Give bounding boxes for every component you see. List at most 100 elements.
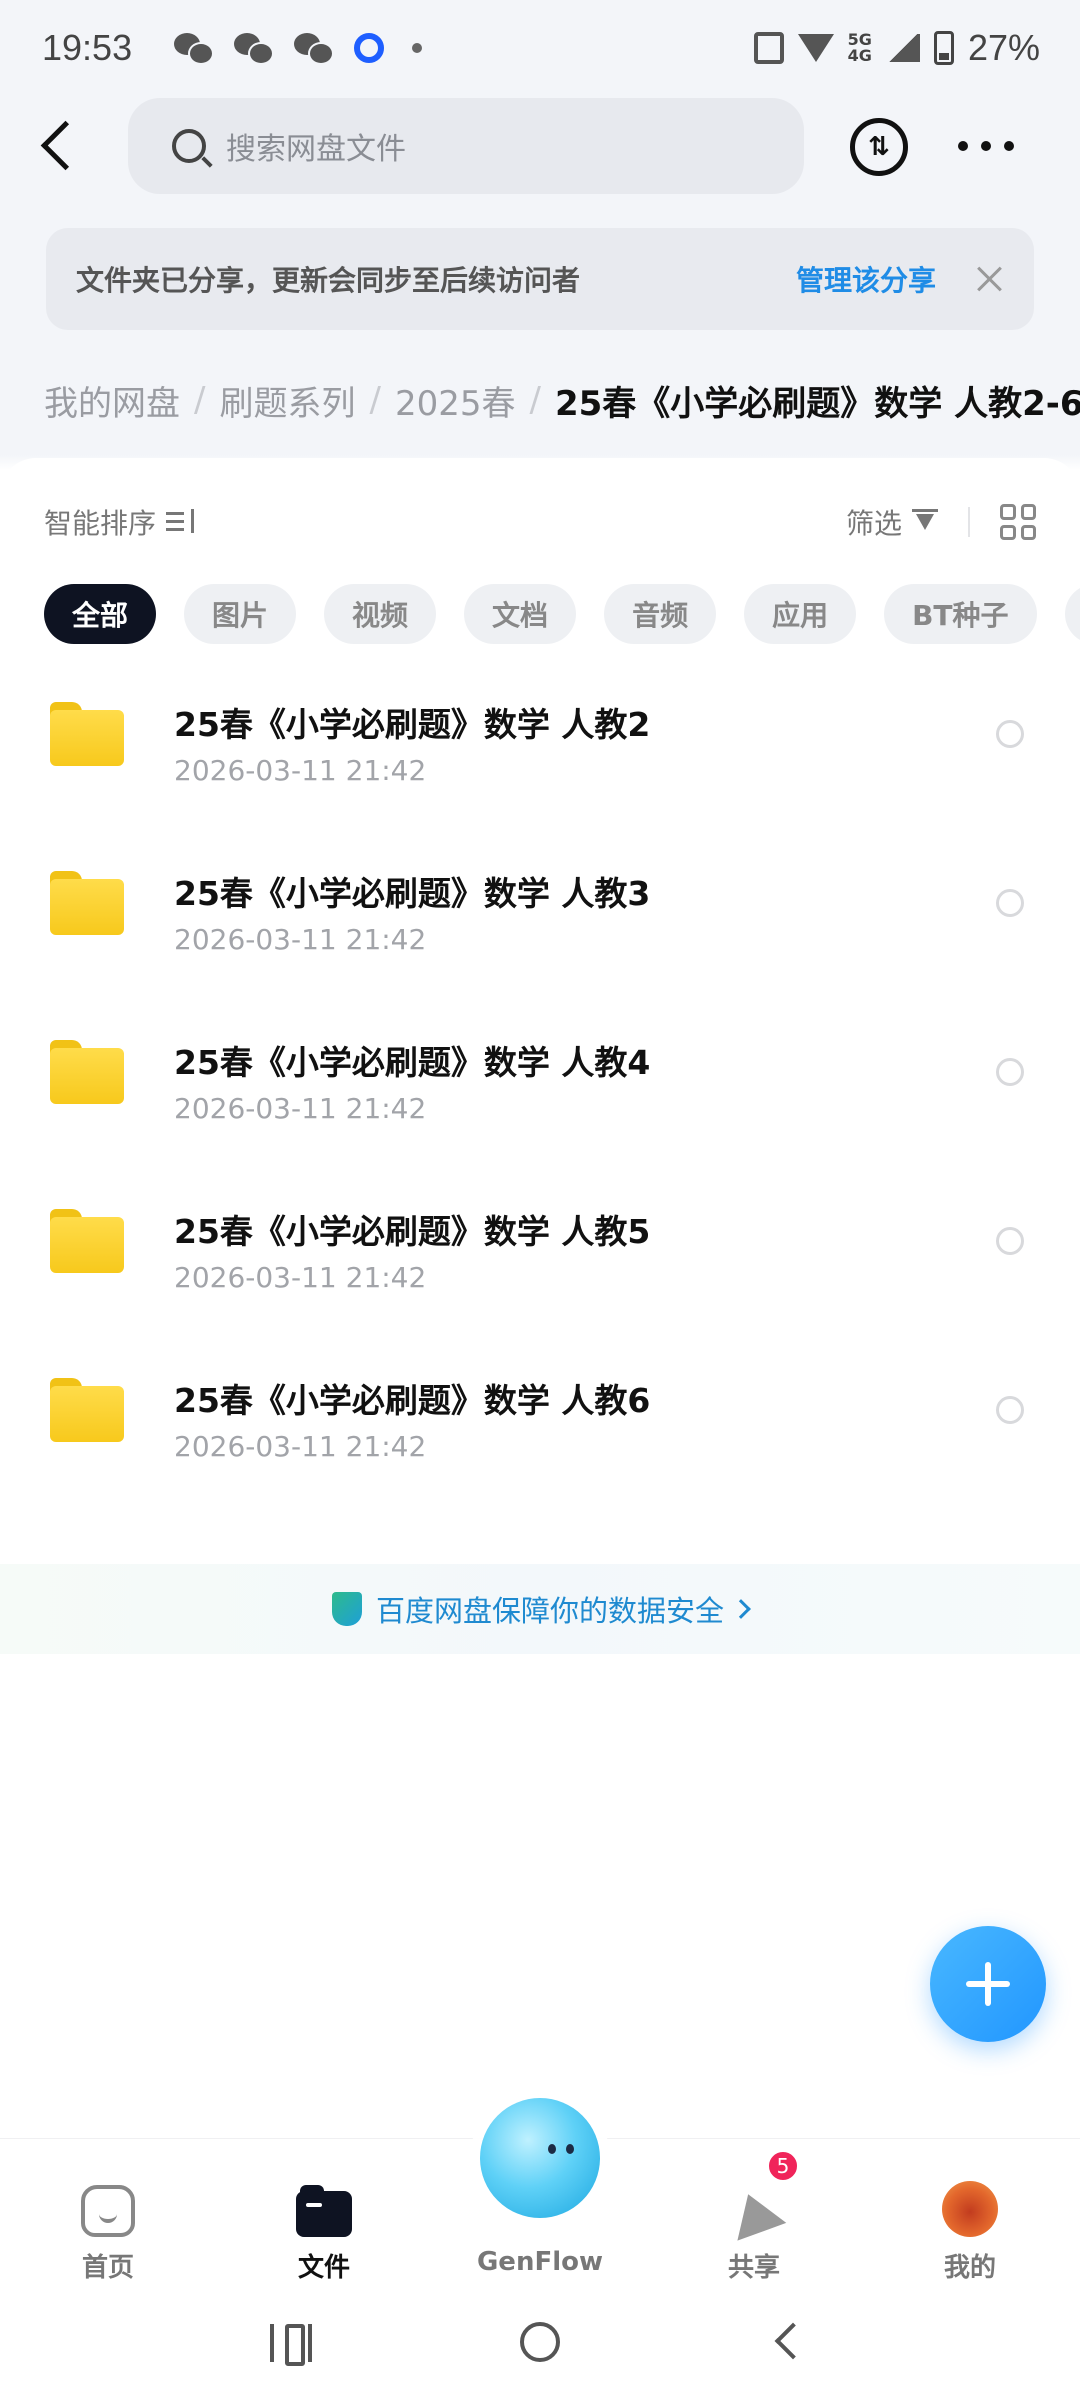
signal-label-bottom: 4G bbox=[847, 46, 872, 65]
wechat-icon bbox=[174, 31, 215, 65]
eye bbox=[566, 2144, 574, 2154]
header: 搜索网盘文件 ⇅ bbox=[0, 98, 1080, 194]
nav-profile[interactable]: 我的 bbox=[880, 2139, 1060, 2289]
nav-icon-wrap bbox=[296, 2159, 352, 2237]
security-notice[interactable]: 百度网盘保障你的数据安全 bbox=[0, 1564, 1080, 1654]
file-date: 2026-03-11 21:42 bbox=[174, 754, 427, 787]
file-name: 25春《小学必刷题》数学 人教2 bbox=[174, 705, 651, 744]
nav-label: GenFlow bbox=[476, 2247, 604, 2277]
close-icon[interactable] bbox=[976, 265, 1004, 293]
chip-all[interactable]: 全部 bbox=[44, 584, 157, 644]
back-button[interactable] bbox=[30, 118, 86, 174]
chip-videos[interactable]: 视频 bbox=[324, 584, 437, 644]
grid-cell bbox=[1000, 504, 1016, 520]
folder-icon bbox=[50, 702, 124, 766]
nav-home[interactable]: 首页 bbox=[18, 2139, 198, 2289]
filter-chips: 全部 图片 视频 文档 音频 应用 BT种子 其 bbox=[44, 584, 1080, 644]
avatar bbox=[942, 2181, 998, 2237]
file-row[interactable]: 25春《小学必刷题》数学 人教4 2026-03-11 21:42 bbox=[0, 1006, 1080, 1175]
chip-images[interactable]: 图片 bbox=[184, 584, 297, 644]
genflow-avatar-icon[interactable] bbox=[480, 2098, 600, 2218]
breadcrumb-item[interactable]: 我的网盘 bbox=[44, 376, 180, 425]
breadcrumb-separator: / bbox=[194, 380, 206, 420]
nfc-icon bbox=[753, 32, 784, 64]
select-checkbox[interactable] bbox=[996, 1058, 1024, 1086]
chip-audio[interactable]: 音频 bbox=[604, 584, 717, 644]
chip-other[interactable]: 其 bbox=[1064, 584, 1080, 644]
battery-icon bbox=[933, 31, 954, 65]
search-input[interactable]: 搜索网盘文件 bbox=[128, 98, 804, 194]
recents-icon[interactable] bbox=[270, 2324, 312, 2366]
back-arrow-icon[interactable] bbox=[774, 2322, 812, 2360]
file-row[interactable]: 25春《小学必刷题》数学 人教2 2026-03-11 21:42 bbox=[0, 668, 1080, 837]
file-row[interactable]: 25春《小学必刷题》数学 人教5 2026-03-11 21:42 bbox=[0, 1175, 1080, 1344]
file-name: 25春《小学必刷题》数学 人教4 bbox=[174, 1043, 651, 1082]
nav-files[interactable]: 文件 bbox=[234, 2139, 414, 2289]
transfer-button[interactable]: ⇅ bbox=[850, 118, 908, 176]
system-nav bbox=[0, 2288, 1080, 2401]
file-list: 25春《小学必刷题》数学 人教2 2026-03-11 21:42 25春《小学… bbox=[0, 668, 1080, 1513]
transfer-icon: ⇅ bbox=[868, 132, 890, 162]
home-icon bbox=[81, 2185, 135, 2237]
status-right: 5G 4G 27% bbox=[753, 0, 1040, 96]
signal-icon bbox=[885, 34, 920, 62]
search-placeholder: 搜索网盘文件 bbox=[226, 132, 406, 167]
folder-icon bbox=[50, 871, 124, 935]
share-banner-text: 文件夹已分享，更新会同步至后续访问者 bbox=[76, 264, 581, 297]
wechat-icon bbox=[294, 31, 335, 65]
nav-label: 首页 bbox=[81, 2253, 134, 2283]
breadcrumb-separator: / bbox=[529, 380, 541, 420]
nav-icon-wrap bbox=[942, 2159, 998, 2237]
filter-button[interactable]: 筛选 bbox=[846, 502, 902, 542]
chevron-right-icon bbox=[731, 1599, 751, 1619]
sort-button[interactable]: 智能排序 bbox=[44, 502, 156, 542]
nav-icon-wrap bbox=[81, 2159, 135, 2237]
select-checkbox[interactable] bbox=[996, 1396, 1024, 1424]
network-type: 5G 4G bbox=[848, 32, 872, 64]
home-circle-icon[interactable] bbox=[520, 2322, 560, 2362]
nav-label: 共享 bbox=[727, 2253, 780, 2283]
file-panel: 智能排序 筛选 全部 图片 视频 文档 音频 应用 BT种子 其 25春《小学必… bbox=[0, 458, 1080, 2138]
breadcrumb-separator: / bbox=[369, 380, 381, 420]
status-time: 19:53 bbox=[42, 27, 133, 68]
grid-cell bbox=[1020, 524, 1036, 540]
more-dot bbox=[1004, 141, 1014, 151]
chip-documents[interactable]: 文档 bbox=[464, 584, 577, 644]
select-checkbox[interactable] bbox=[996, 1227, 1024, 1255]
page: 19:53 5G 4G 27% 搜索网盘文件 ⇅ 文件夹已分享，更新会同步至后续… bbox=[0, 0, 1080, 2401]
plus-icon bbox=[966, 1962, 1010, 2006]
file-date: 2026-03-11 21:42 bbox=[174, 923, 427, 956]
toolbar-divider bbox=[968, 507, 970, 537]
notification-icons bbox=[174, 31, 423, 65]
add-button[interactable] bbox=[930, 1926, 1046, 2042]
more-notifications-icon bbox=[412, 43, 423, 53]
nav-share[interactable]: 共享 5 bbox=[664, 2139, 844, 2289]
filter-icon[interactable] bbox=[912, 509, 938, 535]
status-bar: 19:53 5G 4G 27% bbox=[0, 0, 1080, 96]
file-row[interactable]: 25春《小学必刷题》数学 人教6 2026-03-11 21:42 bbox=[0, 1344, 1080, 1513]
grid-view-icon[interactable] bbox=[1000, 504, 1036, 540]
send-icon bbox=[727, 2187, 781, 2237]
file-name: 25春《小学必刷题》数学 人教6 bbox=[174, 1381, 651, 1420]
browser-icon bbox=[354, 33, 385, 63]
toolbar: 智能排序 筛选 bbox=[44, 494, 1036, 550]
wifi-icon bbox=[797, 34, 834, 62]
breadcrumb-item[interactable]: 刷题系列 bbox=[219, 376, 355, 425]
more-dot bbox=[958, 141, 968, 151]
breadcrumb: 我的网盘 / 刷题系列 / 2025春 / 25春《小学必刷题》数学 人教2-6… bbox=[0, 368, 1080, 432]
more-button[interactable] bbox=[958, 120, 1014, 172]
manage-share-link[interactable]: 管理该分享 bbox=[796, 259, 936, 299]
security-notice-text: 百度网盘保障你的数据安全 bbox=[375, 1594, 724, 1628]
share-badge: 5 bbox=[766, 2149, 800, 2183]
sort-icon[interactable] bbox=[166, 509, 196, 535]
battery-level: 27% bbox=[967, 27, 1040, 68]
files-icon bbox=[296, 2185, 352, 2237]
select-checkbox[interactable] bbox=[996, 889, 1024, 917]
breadcrumb-item[interactable]: 2025春 bbox=[395, 376, 516, 425]
shield-icon bbox=[331, 1592, 362, 1626]
chip-bt[interactable]: BT种子 bbox=[884, 584, 1037, 644]
share-banner: 文件夹已分享，更新会同步至后续访问者 管理该分享 bbox=[46, 228, 1034, 330]
file-row[interactable]: 25春《小学必刷题》数学 人教3 2026-03-11 21:42 bbox=[0, 837, 1080, 1006]
select-checkbox[interactable] bbox=[996, 720, 1024, 748]
chip-apps[interactable]: 应用 bbox=[744, 584, 857, 644]
